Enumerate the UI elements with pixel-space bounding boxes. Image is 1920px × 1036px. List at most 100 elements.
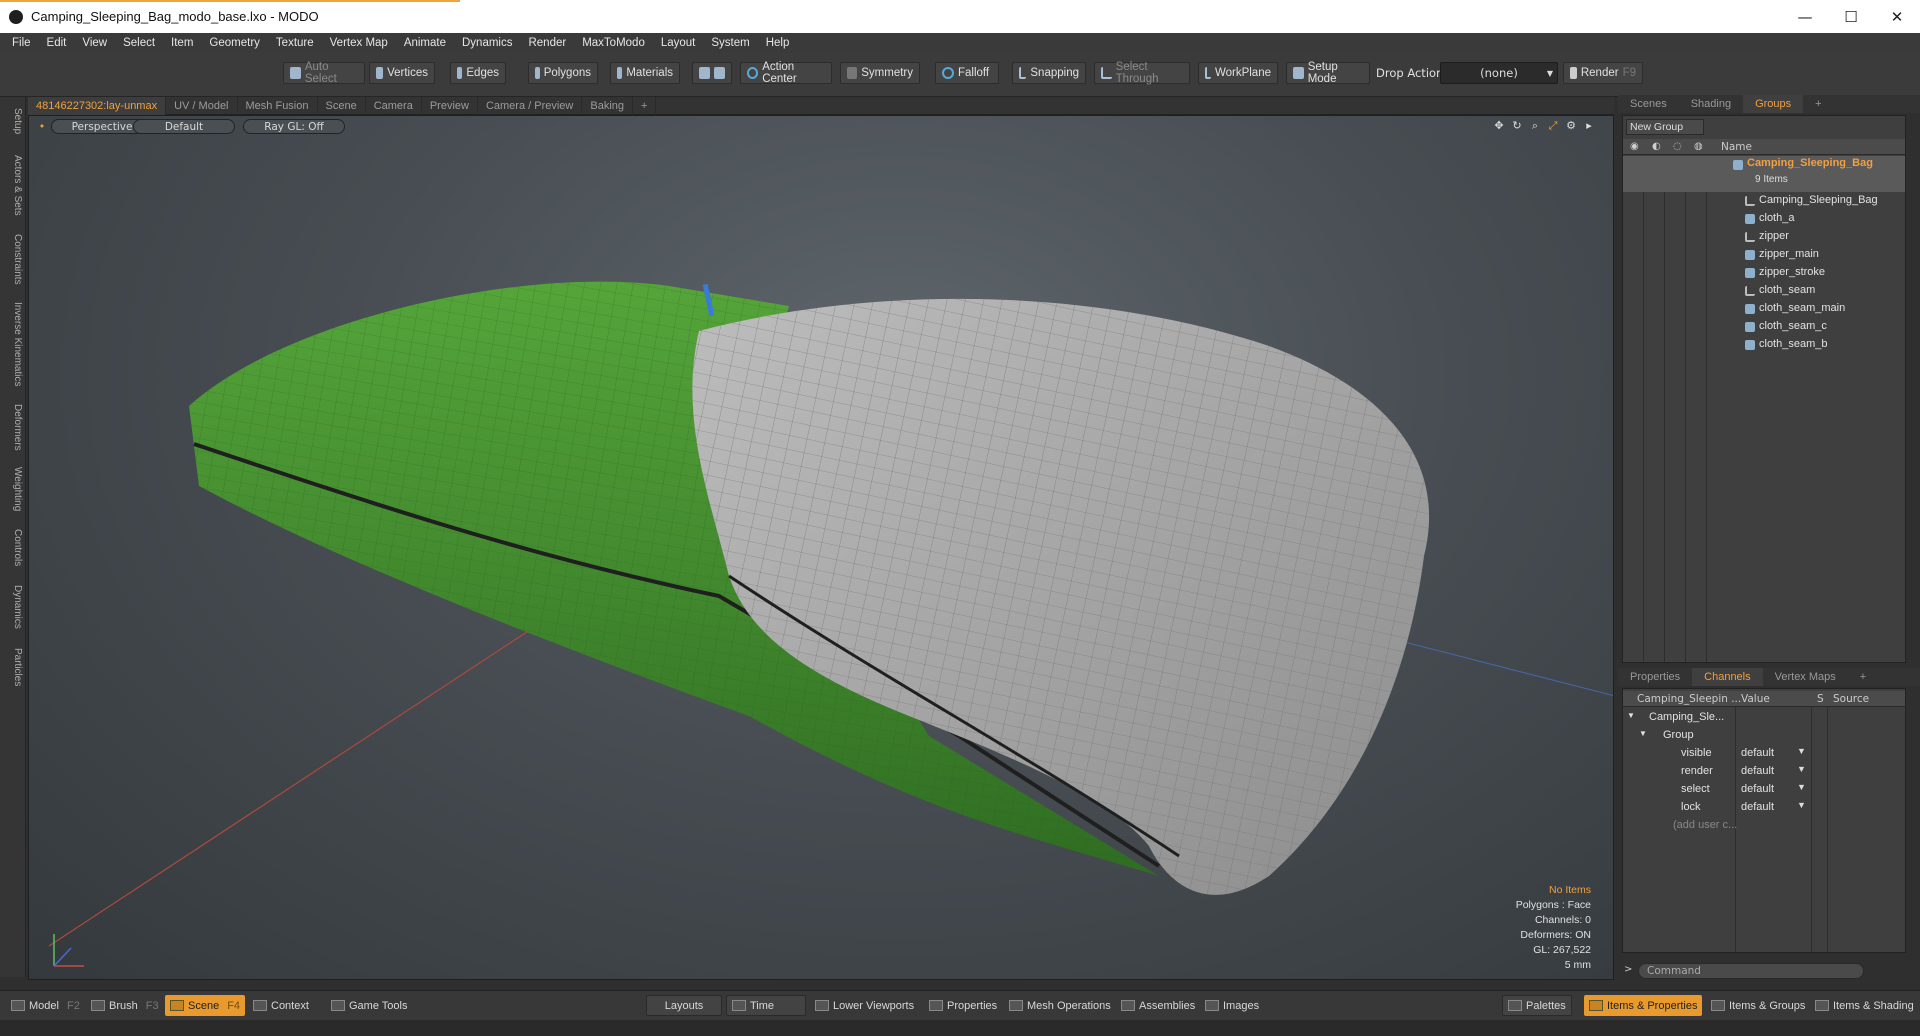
select-through-button[interactable]: Select Through — [1094, 61, 1190, 85]
menu-render[interactable]: Render — [520, 37, 574, 49]
rotate-icon[interactable]: ↻ — [1511, 120, 1523, 132]
items-properties-button[interactable]: Items & Properties — [1584, 995, 1703, 1016]
group-item-row[interactable]: zipper_stroke — [1623, 264, 1905, 282]
fit-icon[interactable]: ⤢ — [1547, 120, 1559, 132]
channel-row[interactable]: lock default ▼ — [1623, 799, 1905, 817]
menu-item[interactable]: Item — [163, 37, 201, 49]
channel-value[interactable]: default — [1741, 801, 1774, 813]
tab-actors-sets[interactable]: Actors & Sets — [3, 147, 23, 223]
menu-file[interactable]: File — [4, 37, 39, 49]
expand-icon[interactable]: ▼ — [1639, 729, 1647, 738]
tab-channels[interactable]: Channels — [1692, 668, 1763, 686]
menu-dynamics[interactable]: Dynamics — [454, 37, 520, 49]
chevron-down-icon[interactable]: ▼ — [1797, 800, 1806, 810]
eye-icon[interactable]: ◉ — [1630, 141, 1639, 152]
play-icon[interactable]: ▸ — [1583, 120, 1595, 132]
menu-system[interactable]: System — [703, 37, 757, 49]
items-shading-button[interactable]: Items & Shading — [1810, 995, 1919, 1016]
tab-uv-model[interactable]: UV / Model — [166, 96, 238, 115]
channel-row[interactable]: select default ▼ — [1623, 781, 1905, 799]
group-root-row[interactable]: Camping_Sleeping_Bag 9 Items — [1623, 156, 1905, 192]
minimize-button[interactable]: — — [1782, 0, 1828, 33]
tab-mesh-fusion[interactable]: Mesh Fusion — [238, 96, 318, 115]
polygons-button[interactable]: Polygons — [528, 62, 598, 84]
3d-viewport[interactable]: • Perspective Default Ray GL: Off ✥ ↻ ⌕ … — [28, 115, 1614, 980]
tab-vertex-maps[interactable]: Vertex Maps — [1763, 668, 1848, 686]
zoom-icon[interactable]: ⌕ — [1529, 120, 1541, 132]
selection-sets-button[interactable] — [692, 62, 732, 84]
tab-layout-unmax[interactable]: 48146227302:lay-unmax — [28, 96, 167, 115]
tab-inverse-kinematics[interactable]: Inverse Kinematics — [3, 295, 23, 393]
palettes-button[interactable]: Palettes — [1502, 995, 1572, 1016]
menu-view[interactable]: View — [74, 37, 115, 49]
brush-layout-button[interactable]: Brush F3 — [86, 995, 164, 1016]
channel-group-row[interactable]: ▼ Group — [1623, 727, 1905, 745]
channel-value[interactable]: default — [1741, 747, 1774, 759]
tab-preview[interactable]: Preview — [422, 96, 478, 115]
tab-shading[interactable]: Shading — [1679, 95, 1743, 113]
group-item-row[interactable]: zipper_main — [1623, 246, 1905, 264]
snapping-button[interactable]: Snapping — [1012, 62, 1086, 84]
layouts-button[interactable]: Layouts — [646, 995, 722, 1016]
tab-controls[interactable]: Controls — [3, 523, 23, 573]
menu-edit[interactable]: Edit — [39, 37, 75, 49]
auto-select-button[interactable]: Auto Select — [283, 61, 365, 85]
workplane-button[interactable]: WorkPlane — [1198, 62, 1278, 84]
group-item-row[interactable]: cloth_seam — [1623, 282, 1905, 300]
symmetry-button[interactable]: Symmetry — [840, 62, 920, 84]
properties-button[interactable]: Properties — [924, 995, 1002, 1016]
menu-help[interactable]: Help — [758, 37, 798, 49]
setup-mode-button[interactable]: Setup Mode — [1286, 61, 1370, 85]
tab-properties[interactable]: Properties — [1618, 668, 1692, 686]
chevron-down-icon[interactable]: ▼ — [1797, 746, 1806, 756]
select-toggle-icon[interactable]: ◍ — [1694, 141, 1703, 152]
vertices-button[interactable]: Vertices — [369, 62, 435, 84]
game-tools-layout-button[interactable]: Game Tools — [326, 995, 413, 1016]
pan-icon[interactable]: ✥ — [1493, 120, 1505, 132]
add-prop-tab-button[interactable]: + — [1848, 668, 1878, 686]
lower-viewports-button[interactable]: Lower Viewports — [810, 995, 919, 1016]
render-toggle-icon[interactable]: ◐ — [1652, 141, 1661, 152]
close-button[interactable]: ✕ — [1874, 0, 1920, 33]
tab-groups[interactable]: Groups — [1743, 95, 1804, 113]
menu-select[interactable]: Select — [115, 37, 163, 49]
assemblies-button[interactable]: Assemblies — [1116, 995, 1200, 1016]
maximize-button[interactable]: ☐ — [1828, 0, 1874, 33]
menu-animate[interactable]: Animate — [396, 37, 454, 49]
add-tab-button[interactable]: + — [633, 96, 657, 115]
chevron-down-icon[interactable]: ▼ — [1797, 782, 1806, 792]
expand-icon[interactable]: ▼ — [1627, 711, 1635, 720]
images-button[interactable]: Images — [1200, 995, 1264, 1016]
group-item-row[interactable]: cloth_seam_main — [1623, 300, 1905, 318]
time-button[interactable]: Time — [726, 995, 806, 1016]
edges-button[interactable]: Edges — [450, 62, 506, 84]
tab-camera[interactable]: Camera — [366, 96, 422, 115]
raygl-button[interactable]: Ray GL: Off — [243, 119, 345, 134]
model-layout-button[interactable]: Model F2 — [6, 995, 85, 1016]
tab-constraints[interactable]: Constraints — [3, 229, 23, 289]
chevron-down-icon[interactable]: ▼ — [1797, 764, 1806, 774]
drop-action-select[interactable]: (none) ▼ — [1440, 62, 1558, 84]
add-right-tab-button[interactable]: + — [1803, 95, 1833, 113]
tab-camera-preview[interactable]: Camera / Preview — [478, 96, 583, 115]
group-item-row[interactable]: cloth_seam_b — [1623, 336, 1905, 354]
menu-geometry[interactable]: Geometry — [201, 37, 268, 49]
tab-weighting[interactable]: Weighting — [3, 461, 23, 517]
group-item-row[interactable]: cloth_seam_c — [1623, 318, 1905, 336]
tab-scene[interactable]: Scene — [318, 96, 366, 115]
tab-particles[interactable]: Particles — [3, 641, 23, 693]
menu-layout[interactable]: Layout — [653, 37, 704, 49]
context-layout-button[interactable]: Context — [248, 995, 314, 1016]
group-item-row[interactable]: zipper — [1623, 228, 1905, 246]
group-item-row[interactable]: cloth_a — [1623, 210, 1905, 228]
tab-baking[interactable]: Baking — [582, 96, 634, 115]
lock-icon[interactable]: ◌ — [1673, 141, 1682, 152]
tab-setup[interactable]: Setup — [3, 101, 23, 141]
channel-row[interactable]: visible default ▼ — [1623, 745, 1905, 763]
menu-maxtomodo[interactable]: MaxToModo — [574, 37, 653, 49]
materials-button[interactable]: Materials — [610, 62, 680, 84]
tab-scenes[interactable]: Scenes — [1618, 95, 1679, 113]
items-groups-button[interactable]: Items & Groups — [1706, 995, 1810, 1016]
viewport-menu-icon[interactable]: • — [37, 119, 47, 134]
new-group-button[interactable]: New Group — [1626, 119, 1704, 135]
